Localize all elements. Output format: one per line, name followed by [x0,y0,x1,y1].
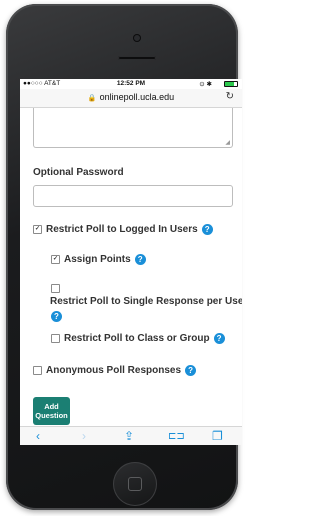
restrict-single-response-row[interactable]: Restrict Poll to Single Response per Use… [50,296,242,307]
password-input[interactable] [33,185,233,207]
front-camera [133,34,141,42]
anonymous-responses-label: Anonymous Poll Responses [46,365,182,376]
tabs-icon[interactable]: ❐ [212,429,223,443]
status-bar: ●●○○○ AT&T 12:52 PM ⊙ ✱ [20,79,242,89]
restrict-class-group-checkbox[interactable] [51,334,60,343]
earpiece-speaker [118,56,156,60]
assign-points-row[interactable]: ✓ Assign Points ? [51,254,146,265]
resize-handle-icon[interactable]: ◢ [225,139,230,146]
optional-password-label: Optional Password [33,167,124,178]
address-bar[interactable]: 🔒 onlinepoll.ucla.edu ↻ [20,89,242,108]
reload-icon[interactable]: ↻ [226,91,234,102]
help-icon[interactable]: ? [201,224,213,235]
home-button[interactable] [113,462,157,506]
url-text: onlinepoll.ucla.edu [99,92,175,102]
restrict-logged-in-row[interactable]: ✓ Restrict Poll to Logged In Users ? [33,224,213,235]
url-display[interactable]: 🔒 onlinepoll.ucla.edu [20,92,242,102]
restrict-single-response-label: Restrict Poll to Single Response per Use… [50,296,242,307]
share-icon[interactable]: ⇪ [124,429,134,443]
anonymous-responses-checkbox[interactable] [33,366,42,375]
assign-points-label: Assign Points [64,254,131,265]
status-indicators: ⊙ ✱ [199,81,212,88]
phone-screen: ●●○○○ AT&T 12:52 PM ⊙ ✱ 🔒 onlinepoll.ucla… [20,79,242,445]
add-question-button[interactable]: Add Question [33,397,70,425]
anonymous-responses-row[interactable]: Anonymous Poll Responses ? [33,365,197,376]
bookmarks-icon[interactable]: ⊏⊐ [168,431,185,442]
lock-icon: 🔒 [87,95,97,102]
browser-toolbar: ‹ › ⇪ ⊏⊐ ❐ [20,426,242,445]
restrict-class-group-row[interactable]: Restrict Poll to Class or Group ? [51,333,225,344]
restrict-logged-in-label: Restrict Poll to Logged In Users [46,224,198,235]
help-icon[interactable]: ? [185,365,197,376]
help-icon[interactable]: ? [213,333,225,344]
restrict-class-group-label: Restrict Poll to Class or Group [64,333,210,344]
restrict-single-response-checkbox[interactable] [51,284,60,293]
help-icon[interactable]: ? [134,254,146,265]
help-icon[interactable]: ? [51,311,62,322]
poll-form: ◢ Optional Password ✓ Restrict Poll to L… [20,108,242,426]
forward-icon[interactable]: › [82,429,86,443]
assign-points-checkbox[interactable]: ✓ [51,255,60,264]
home-square-icon [128,477,142,491]
battery-icon [224,81,238,87]
restrict-logged-in-checkbox[interactable]: ✓ [33,225,42,234]
question-textarea[interactable]: ◢ [33,108,233,148]
back-icon[interactable]: ‹ [36,429,40,443]
